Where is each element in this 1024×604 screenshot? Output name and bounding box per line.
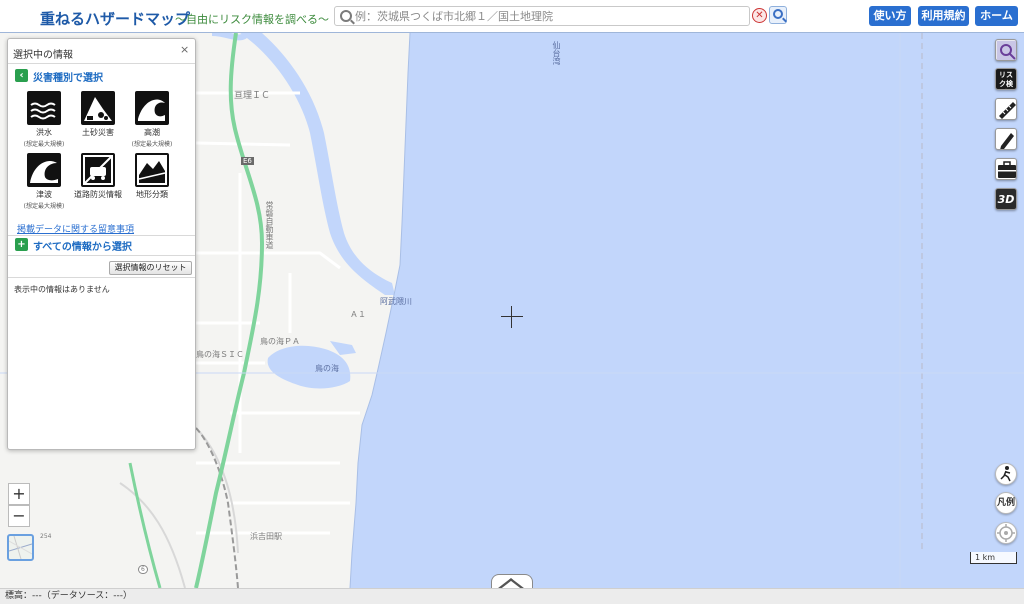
hazard-tsunami-sub: (想定最大規模) <box>23 203 65 210</box>
bottom-panel-toggle[interactable] <box>491 574 533 589</box>
map-label-torinoumi-sic: 鳥の海ＳＩＣ <box>196 350 244 359</box>
person-walking-icon <box>1000 466 1011 482</box>
hazard-storm-surge-sub: (想定最大規模) <box>131 141 173 148</box>
map-label-sendai-bay: 仙台湾 <box>552 41 561 65</box>
panel-divider <box>8 277 195 278</box>
tool-walk[interactable] <box>995 463 1017 485</box>
panel-divider <box>8 63 195 64</box>
panel-divider <box>8 235 195 236</box>
terms-button[interactable]: 利用規約 <box>918 6 969 26</box>
home-button[interactable]: ホーム <box>975 6 1018 26</box>
map-label-hamayoshida: 浜吉田駅 <box>250 532 282 541</box>
hazard-storm-surge-label: 高潮 <box>144 128 160 137</box>
map-label-route254: 254 <box>40 533 52 540</box>
hazard-flood-sub: (想定最大規模) <box>23 141 65 148</box>
magnifier-icon <box>773 9 783 19</box>
tool-ruler[interactable] <box>995 98 1017 120</box>
center-crosshair-horizontal <box>501 316 523 317</box>
map-label-torinoumi-lake: 鳥の海 <box>315 364 339 373</box>
hazard-type-section-label: 災害種別で選択 <box>33 73 103 84</box>
map-label-e6: E6 <box>241 157 254 165</box>
hazard-flood-label: 洪水 <box>36 128 52 137</box>
map-label-a1: Ａ１ <box>350 310 366 319</box>
basemap-thumbnail-icon <box>9 536 32 559</box>
basemap-switcher[interactable] <box>7 534 34 561</box>
three-d-label: 3D <box>997 193 1015 206</box>
legend-button[interactable]: 凡例 <box>995 492 1017 514</box>
hazard-terrain[interactable]: 地形分類 <box>128 153 176 201</box>
search-box[interactable] <box>334 6 750 26</box>
location-target-icon <box>997 524 1015 542</box>
risk-search-label: リスク検索 <box>999 71 1013 88</box>
storm-surge-icon <box>135 91 169 125</box>
center-crosshair-vertical <box>511 306 512 328</box>
map-label-watari-ic: 亘理ＩＣ <box>234 91 271 101</box>
flood-icon <box>27 91 61 125</box>
search-input[interactable] <box>355 8 745 24</box>
status-bar: 標高：---（データソース：---） <box>0 588 1024 604</box>
search-button[interactable] <box>769 6 787 24</box>
usage-button[interactable]: 使い方 <box>869 6 911 26</box>
map-label-joban: 常磐自動車道 <box>265 201 274 249</box>
tool-search-risk[interactable] <box>995 39 1017 61</box>
data-notice-link[interactable]: 掲載データに関する留意事項 <box>17 222 134 235</box>
app-logo[interactable]: 重ねるハザードマップ <box>40 8 190 29</box>
arrow-icon: ‹ <box>15 69 28 82</box>
tool-risk-search[interactable]: リスク検索 <box>995 68 1017 90</box>
landslide-icon <box>81 91 115 125</box>
tool-3d[interactable]: 3D <box>995 188 1017 210</box>
panel-close-button[interactable]: × <box>180 43 189 56</box>
scale-bar: 1 km <box>970 552 1017 564</box>
tool-toolbox[interactable] <box>995 158 1017 180</box>
pencil-icon <box>1000 133 1014 149</box>
terrain-classification-icon <box>135 153 169 187</box>
tool-draw[interactable] <box>995 128 1017 150</box>
road-disaster-icon <box>81 153 115 187</box>
magnifier-map-icon <box>997 41 1016 60</box>
app-header: 重ねるハザードマップ 〜自由にリスク情報を調べる〜 ✕ 使い方 利用規約 ホーム <box>0 0 1024 33</box>
hazard-landslide-label: 土砂災害 <box>82 128 114 137</box>
empty-state-text: 表示中の情報はありません <box>14 285 110 294</box>
map-label-torinoumi-pa: 鳥の海ＰＡ <box>260 337 300 346</box>
search-icon <box>340 10 352 22</box>
clear-search-button[interactable]: ✕ <box>752 8 767 23</box>
reset-selection-button[interactable]: 選択情報のリセット <box>109 261 192 275</box>
hazard-road-disaster[interactable]: 道路防災情報 <box>74 153 122 201</box>
hazard-tsunami-label: 津波 <box>36 190 52 199</box>
toolbox-icon <box>998 161 1016 178</box>
ruler-icon <box>999 102 1016 119</box>
zoom-in-button[interactable]: + <box>8 483 30 505</box>
panel-divider <box>8 255 195 256</box>
plus-icon: + <box>15 238 28 251</box>
map-label-abukuma: 阿武隈川 <box>380 297 412 306</box>
hazard-landslide[interactable]: 土砂災害 <box>74 91 122 139</box>
hazard-terrain-label: 地形分類 <box>136 190 168 199</box>
info-panel: 選択中の情報 × ‹ 災害種別で選択 洪水 (想定最大規模) 土砂災害 高潮 (… <box>7 38 196 450</box>
tool-locate[interactable] <box>995 522 1017 544</box>
hazard-flood[interactable]: 洪水 (想定最大規模) <box>20 91 68 148</box>
hazard-tsunami[interactable]: 津波 (想定最大規模) <box>20 153 68 210</box>
panel-title: 選択中の情報 <box>13 50 73 61</box>
hazard-storm-surge[interactable]: 高潮 (想定最大規模) <box>128 91 176 148</box>
app-tagline: 〜自由にリスク情報を調べる〜 <box>175 13 329 26</box>
hazard-road-disaster-label: 道路防災情報 <box>74 190 122 199</box>
zoom-out-button[interactable]: − <box>8 505 30 527</box>
all-info-section-label: すべての情報から選択 <box>33 242 132 253</box>
map-label-route6: 6 <box>138 565 148 574</box>
tsunami-icon <box>27 153 61 187</box>
